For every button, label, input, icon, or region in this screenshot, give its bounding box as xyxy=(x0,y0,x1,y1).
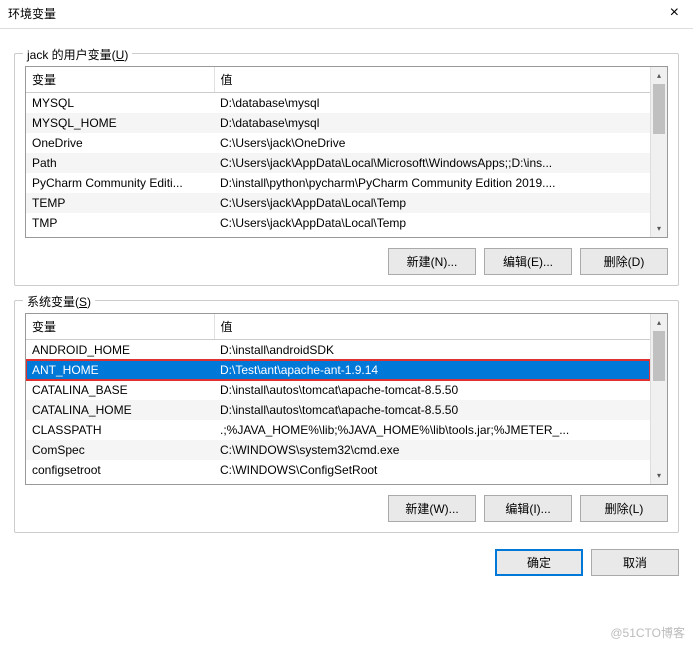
var-value-cell: C:\Users\jack\AppData\Local\Microsoft\Wi… xyxy=(214,153,650,173)
cancel-button[interactable]: 取消 xyxy=(591,549,679,576)
watermark: @51CTO博客 xyxy=(610,624,685,641)
user-vars-table-wrap: 变量 值 MYSQLD:\database\mysqlMYSQL_HOMED:\… xyxy=(25,66,668,238)
system-new-button[interactable]: 新建(W)... xyxy=(388,495,476,522)
var-name-cell: configsetroot xyxy=(26,460,214,480)
col-header-name[interactable]: 变量 xyxy=(26,67,214,93)
titlebar: 环境变量 × xyxy=(0,0,693,29)
table-row[interactable]: OneDriveC:\Users\jack\OneDrive xyxy=(26,133,650,153)
var-name-cell: PyCharm Community Editi... xyxy=(26,173,214,193)
var-value-cell: C:\Users\jack\AppData\Local\Temp xyxy=(214,213,650,233)
table-row[interactable]: ANT_HOMED:\Test\ant\apache-ant-1.9.14 xyxy=(26,360,650,380)
user-vars-group: jack 的用户变量(U) 变量 值 MYSQLD:\database\mysq… xyxy=(14,53,679,286)
dialog-footer: 确定 取消 xyxy=(0,541,693,590)
ok-button[interactable]: 确定 xyxy=(495,549,583,576)
var-name-cell: MYSQL_HOME xyxy=(26,113,214,133)
user-buttons: 新建(N)... 编辑(E)... 删除(D) xyxy=(25,248,668,275)
system-buttons: 新建(W)... 编辑(I)... 删除(L) xyxy=(25,495,668,522)
table-row[interactable]: MYSQLD:\database\mysql xyxy=(26,93,650,114)
table-row[interactable]: CATALINA_HOMED:\install\autos\tomcat\apa… xyxy=(26,400,650,420)
system-vars-title: 系统变量(S) xyxy=(23,293,95,310)
var-value-cell: D:\database\mysql xyxy=(214,113,650,133)
var-name-cell: ANDROID_HOME xyxy=(26,340,214,361)
var-name-cell: CATALINA_HOME xyxy=(26,400,214,420)
table-row[interactable]: ComSpecC:\WINDOWS\system32\cmd.exe xyxy=(26,440,650,460)
system-vars-group: 系统变量(S) 变量 值 ANDROID_HOMED:\install\andr… xyxy=(14,300,679,533)
var-value-cell: D:\install\autos\tomcat\apache-tomcat-8.… xyxy=(214,400,650,420)
user-scrollbar[interactable]: ▴ ▾ xyxy=(650,67,667,237)
user-delete-button[interactable]: 删除(D) xyxy=(580,248,668,275)
table-row[interactable]: CLASSPATH.;%JAVA_HOME%\lib;%JAVA_HOME%\l… xyxy=(26,420,650,440)
var-value-cell: .;%JAVA_HOME%\lib;%JAVA_HOME%\lib\tools.… xyxy=(214,420,650,440)
scroll-thumb[interactable] xyxy=(653,84,665,134)
var-value-cell: D:\database\mysql xyxy=(214,93,650,114)
system-edit-button[interactable]: 编辑(I)... xyxy=(484,495,572,522)
var-value-cell: C:\WINDOWS\ConfigSetRoot xyxy=(214,460,650,480)
var-name-cell: TEMP xyxy=(26,193,214,213)
col-header-name[interactable]: 变量 xyxy=(26,314,214,340)
table-row[interactable]: PyCharm Community Editi...D:\install\pyt… xyxy=(26,173,650,193)
system-vars-table[interactable]: 变量 值 ANDROID_HOMED:\install\androidSDKAN… xyxy=(26,314,650,480)
user-edit-button[interactable]: 编辑(E)... xyxy=(484,248,572,275)
system-delete-button[interactable]: 删除(L) xyxy=(580,495,668,522)
var-value-cell: D:\install\autos\tomcat\apache-tomcat-8.… xyxy=(214,380,650,400)
table-row[interactable]: TMPC:\Users\jack\AppData\Local\Temp xyxy=(26,213,650,233)
user-vars-title: jack 的用户变量(U) xyxy=(23,46,132,63)
var-name-cell: ComSpec xyxy=(26,440,214,460)
table-row[interactable]: ANDROID_HOMED:\install\androidSDK xyxy=(26,340,650,361)
col-header-value[interactable]: 值 xyxy=(214,67,650,93)
window-title: 环境变量 xyxy=(8,5,56,22)
dialog-content: jack 的用户变量(U) 变量 值 MYSQLD:\database\mysq… xyxy=(0,29,693,541)
var-name-cell: CATALINA_BASE xyxy=(26,380,214,400)
table-row[interactable]: CATALINA_BASED:\install\autos\tomcat\apa… xyxy=(26,380,650,400)
user-vars-table[interactable]: 变量 值 MYSQLD:\database\mysqlMYSQL_HOMED:\… xyxy=(26,67,650,233)
col-header-value[interactable]: 值 xyxy=(214,314,650,340)
var-value-cell: D:\Test\ant\apache-ant-1.9.14 xyxy=(214,360,650,380)
var-value-cell: D:\install\androidSDK xyxy=(214,340,650,361)
scroll-down-icon[interactable]: ▾ xyxy=(651,220,667,237)
system-scrollbar[interactable]: ▴ ▾ xyxy=(650,314,667,484)
table-row[interactable]: PathC:\Users\jack\AppData\Local\Microsof… xyxy=(26,153,650,173)
scroll-thumb[interactable] xyxy=(653,331,665,381)
scroll-up-icon[interactable]: ▴ xyxy=(651,67,667,84)
var-value-cell: C:\Users\jack\AppData\Local\Temp xyxy=(214,193,650,213)
system-vars-table-wrap: 变量 值 ANDROID_HOMED:\install\androidSDKAN… xyxy=(25,313,668,485)
scroll-down-icon[interactable]: ▾ xyxy=(651,467,667,484)
var-value-cell: C:\WINDOWS\system32\cmd.exe xyxy=(214,440,650,460)
var-value-cell: D:\install\python\pycharm\PyCharm Commun… xyxy=(214,173,650,193)
scroll-up-icon[interactable]: ▴ xyxy=(651,314,667,331)
table-row[interactable]: MYSQL_HOMED:\database\mysql xyxy=(26,113,650,133)
var-name-cell: CLASSPATH xyxy=(26,420,214,440)
close-icon[interactable]: × xyxy=(664,4,685,22)
table-row[interactable]: configsetrootC:\WINDOWS\ConfigSetRoot xyxy=(26,460,650,480)
user-new-button[interactable]: 新建(N)... xyxy=(388,248,476,275)
var-name-cell: TMP xyxy=(26,213,214,233)
var-name-cell: OneDrive xyxy=(26,133,214,153)
var-name-cell: ANT_HOME xyxy=(26,360,214,380)
var-value-cell: C:\Users\jack\OneDrive xyxy=(214,133,650,153)
var-name-cell: MYSQL xyxy=(26,93,214,114)
var-name-cell: Path xyxy=(26,153,214,173)
table-row[interactable]: TEMPC:\Users\jack\AppData\Local\Temp xyxy=(26,193,650,213)
